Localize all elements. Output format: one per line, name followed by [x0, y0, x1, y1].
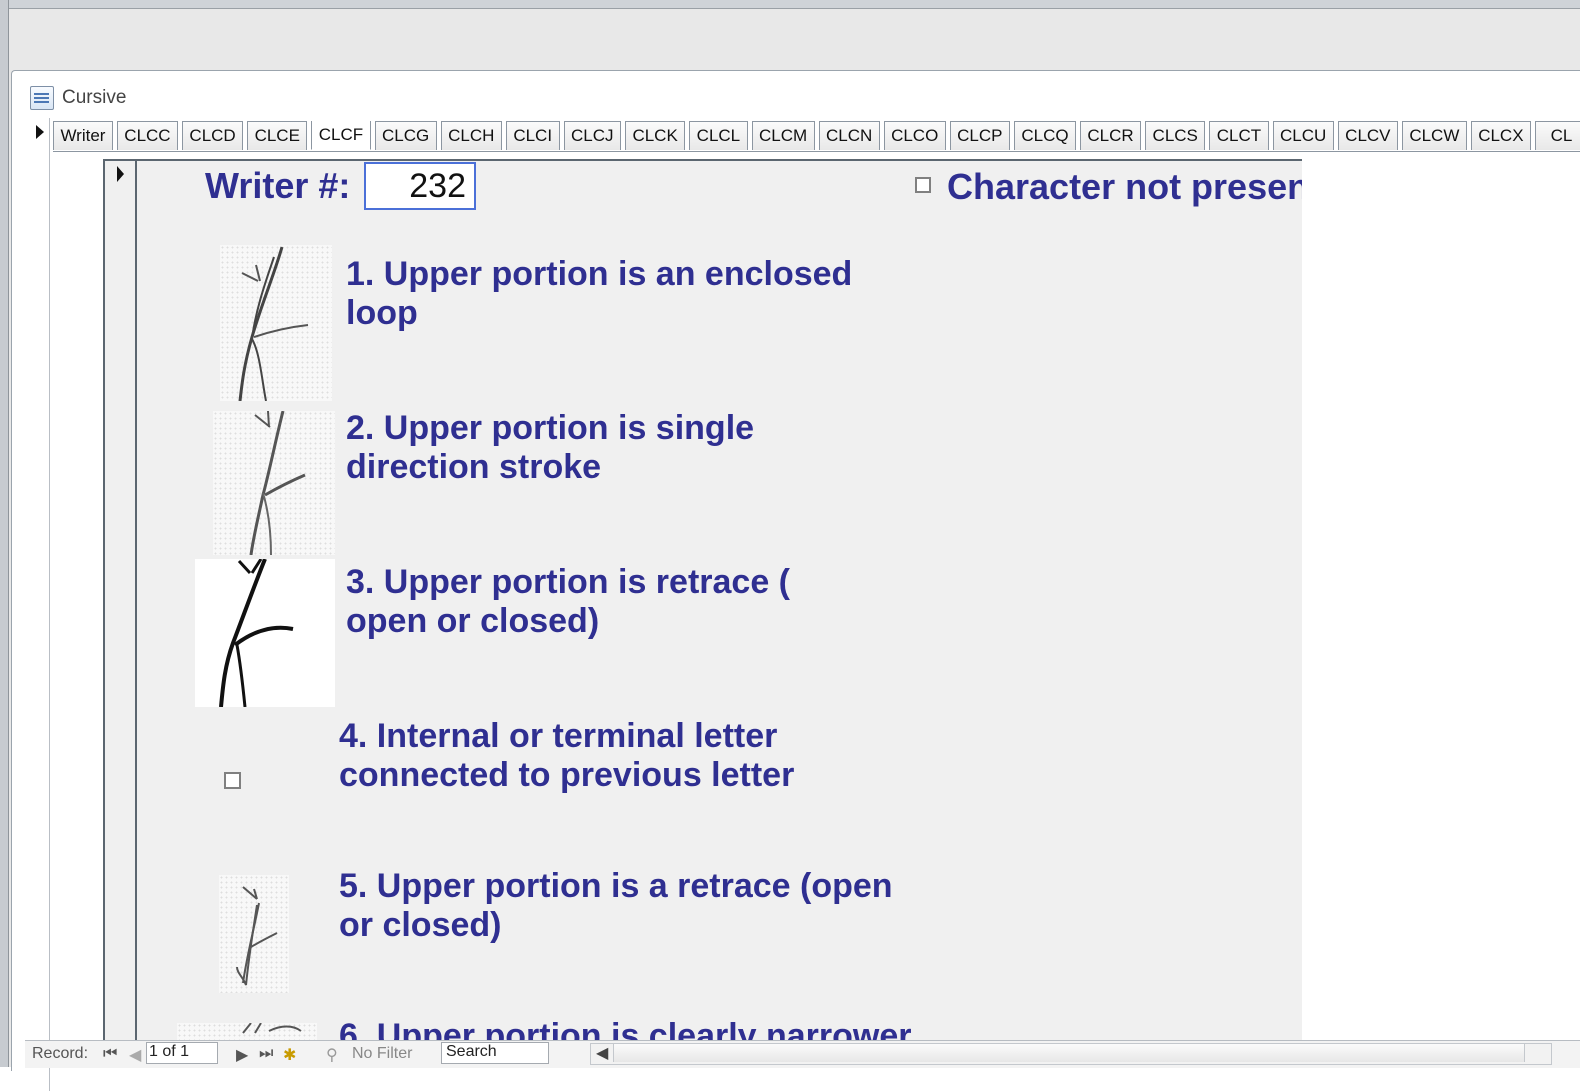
horizontal-scrollbar[interactable]: ◀: [590, 1043, 1552, 1065]
form-icon: [30, 86, 54, 110]
form-title: Cursive: [62, 87, 127, 108]
single-direction-stroke-sample-drawing: [249, 411, 306, 555]
criterion-4-text: 4. Internal or terminal letter connected…: [339, 717, 795, 794]
ribbon-edge: [0, 0, 1580, 9]
criterion-3-text: 3. Upper portion is retrace ( open or cl…: [346, 563, 790, 640]
tab-clct[interactable]: CLCT: [1209, 121, 1269, 150]
no-filter-label[interactable]: No Filter: [352, 1045, 412, 1063]
tab-clco[interactable]: CLCO: [883, 121, 946, 150]
tab-clcm[interactable]: CLCM: [751, 121, 815, 150]
first-record-icon[interactable]: ⏮: [103, 1045, 117, 1063]
character-not-present-checkbox[interactable]: [915, 177, 931, 193]
retrace-open-closed-sample-drawing: [219, 559, 294, 707]
tab-clcl[interactable]: CLCL: [689, 121, 748, 150]
criterion-5-text: 5. Upper portion is a retrace (open or c…: [339, 867, 893, 944]
form-title-bar: Cursive: [30, 85, 126, 111]
tab-clcs[interactable]: CLCS: [1145, 121, 1206, 150]
current-record-field[interactable]: 1 of 1: [146, 1042, 218, 1064]
tab-clcn[interactable]: CLCN: [818, 121, 880, 150]
tab-clcw[interactable]: CLCW: [1401, 121, 1467, 150]
tab-clce[interactable]: CLCE: [247, 121, 308, 150]
upper-retrace-sample-drawing: [236, 886, 278, 986]
tab-clcg[interactable]: CLCG: [374, 121, 437, 150]
access-application-window: Cursive Writer CLCC CLCD CLCE CLCF CLCG CLCH CL…: [0, 0, 1580, 1091]
clcf-subform: Writer #: 232 Character not present ✓ 1.…: [103, 159, 1302, 1045]
filter-icon[interactable]: ⚲: [326, 1045, 338, 1065]
enclosed-loop-sample: [220, 245, 332, 401]
criterion-1-text: 1. Upper portion is an enclosed loop: [346, 255, 853, 332]
tab-writer[interactable]: Writer: [53, 121, 113, 150]
previous-record-icon[interactable]: ◀: [129, 1045, 141, 1065]
criterion-2-text: 2. Upper portion is single direction str…: [346, 409, 755, 486]
writer-number-label: Writer #:: [205, 165, 351, 206]
enclosed-loop-sample-drawing: [238, 246, 309, 401]
tab-clcc[interactable]: CLCC: [116, 121, 178, 150]
cursive-form-window: Cursive Writer CLCC CLCD CLCE CLCF CLCG CLCH CL…: [11, 70, 1580, 1091]
tab-clcv[interactable]: CLCV: [1337, 121, 1398, 150]
record-navigation-bar: Record: ⏮ ◀ 1 of 1 ▶ ⏭ ✱ ⚲ No Filter Sea…: [25, 1040, 1580, 1068]
tab-clcr[interactable]: CLCR: [1079, 121, 1142, 150]
tab-clck[interactable]: CLCK: [625, 121, 686, 150]
search-field[interactable]: Search: [441, 1042, 549, 1064]
navigation-pane-edge: [0, 0, 9, 1067]
character-not-present-label: Character not present: [947, 166, 1302, 207]
horizontal-scroll-thumb[interactable]: [613, 1044, 1525, 1062]
criterion-4-checkbox[interactable]: [224, 772, 241, 789]
tab-clcp[interactable]: CLCP: [949, 121, 1010, 150]
subform-current-record-arrow-icon: [117, 166, 124, 182]
tab-clcx[interactable]: CLCX: [1470, 121, 1531, 150]
tab-cl[interactable]: CL: [1534, 121, 1580, 150]
tab-clcu[interactable]: CLCU: [1272, 121, 1334, 150]
current-record-arrow-icon: [36, 125, 44, 139]
last-record-icon[interactable]: ⏭: [259, 1045, 273, 1063]
single-direction-stroke-sample: [213, 411, 335, 555]
tab-clcd[interactable]: CLCD: [182, 121, 244, 150]
scroll-left-icon[interactable]: ◀: [596, 1043, 608, 1063]
new-record-icon[interactable]: ✱: [283, 1045, 296, 1065]
writer-number-field[interactable]: 232: [364, 162, 476, 210]
tab-clcq[interactable]: CLCQ: [1013, 121, 1076, 150]
tab-clci[interactable]: CLCI: [505, 121, 560, 150]
character-tabs: Writer CLCC CLCD CLCE CLCF CLCG CLCH CLCI CLCJ CL…: [53, 121, 1580, 152]
tab-clch[interactable]: CLCH: [440, 121, 502, 150]
next-record-icon[interactable]: ▶: [236, 1045, 248, 1065]
upper-retrace-sample: [219, 875, 289, 993]
record-label: Record:: [32, 1045, 89, 1062]
retrace-open-closed-sample: [195, 559, 335, 707]
record-selector[interactable]: [27, 118, 50, 1091]
tab-clcf[interactable]: CLCF: [311, 121, 371, 150]
subform-record-selector[interactable]: [105, 161, 137, 1045]
tab-clcj[interactable]: CLCJ: [563, 121, 621, 150]
